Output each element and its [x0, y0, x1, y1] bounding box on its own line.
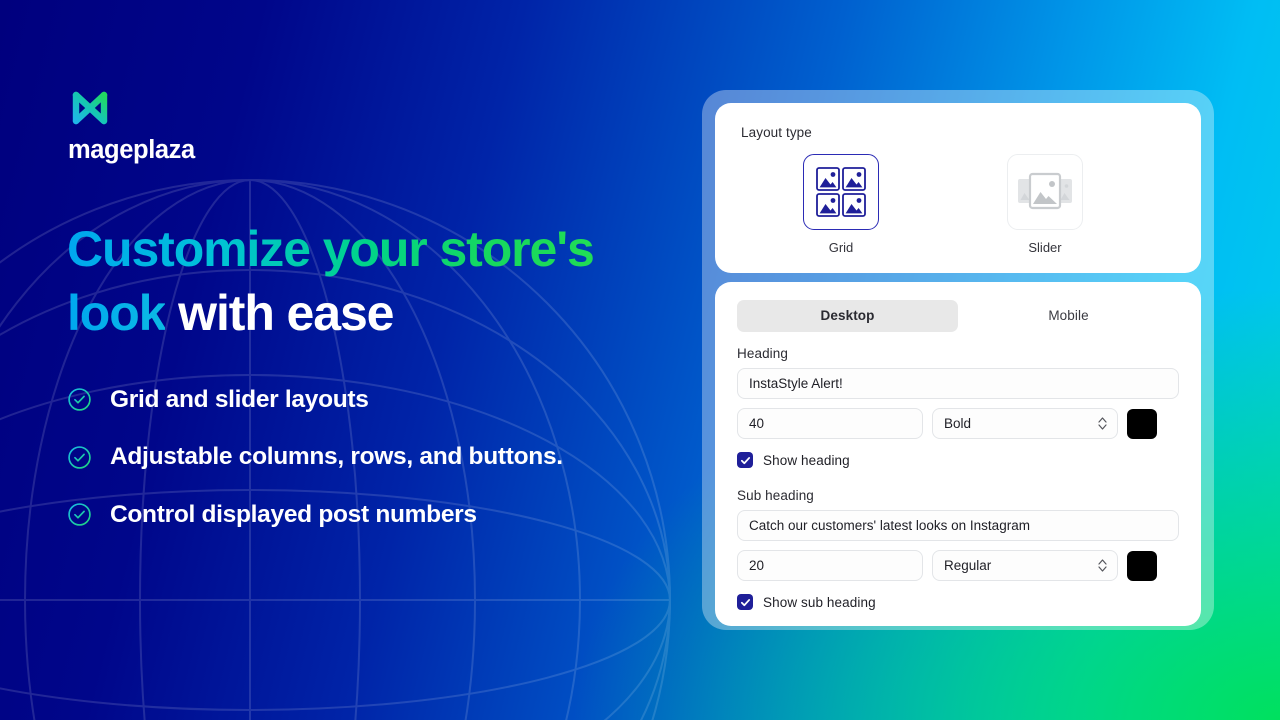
sub-heading-style-row: Regular: [737, 550, 1179, 581]
layout-option-group: Grid Slider: [741, 154, 1175, 255]
show-heading-row[interactable]: Show heading: [737, 452, 1179, 468]
sub-heading-group: Sub heading Regular: [737, 488, 1179, 610]
heading-group: Heading Bold: [737, 346, 1179, 468]
list-item-label: Control displayed post numbers: [110, 500, 477, 528]
heading-input[interactable]: [737, 368, 1179, 399]
list-item: Control displayed post numbers: [67, 500, 667, 529]
settings-panel: Layout type Grid Slider Desktop Mobile H…: [702, 90, 1214, 630]
headline-line-2-accent: look: [67, 285, 166, 341]
check-circle-icon: [68, 388, 91, 411]
brand-logo: mageplaza: [67, 86, 217, 165]
chevron-updown-icon: [1098, 417, 1107, 430]
feature-list: Grid and slider layouts Adjustable colum…: [67, 385, 667, 529]
check-circle-icon: [68, 503, 91, 526]
mageplaza-monogram-icon: [72, 91, 126, 125]
layout-type-label: Layout type: [741, 125, 812, 140]
show-sub-heading-checkbox[interactable]: [737, 594, 753, 610]
tab-desktop[interactable]: Desktop: [737, 300, 958, 332]
device-tab-bar: Desktop Mobile: [737, 300, 1179, 332]
slider-images-icon: [1018, 172, 1072, 210]
sub-heading-weight-select[interactable]: Regular: [932, 550, 1118, 581]
heading-label: Heading: [737, 346, 788, 361]
heading-weight-value: Bold: [944, 416, 972, 431]
layout-option-grid[interactable]: Grid: [803, 154, 879, 255]
tab-mobile[interactable]: Mobile: [958, 300, 1179, 332]
sub-heading-label: Sub heading: [737, 488, 814, 503]
layout-option-grid-tile[interactable]: [803, 154, 879, 230]
heading-weight-select[interactable]: Bold: [932, 408, 1118, 439]
text-settings-card: Desktop Mobile Heading Bold: [715, 282, 1201, 626]
check-circle-icon: [68, 445, 91, 469]
check-icon: [740, 456, 750, 464]
heading-size-input[interactable]: [737, 408, 923, 439]
layout-option-slider[interactable]: Slider: [1007, 154, 1083, 255]
headline-line-2-rest: with ease: [165, 285, 394, 341]
list-item: Grid and slider layouts: [67, 385, 667, 414]
show-sub-heading-row[interactable]: Show sub heading: [737, 594, 1179, 610]
heading-color-swatch[interactable]: [1127, 408, 1157, 439]
layout-type-card: Layout type Grid Slider: [715, 103, 1201, 273]
sub-heading-size-input[interactable]: [737, 550, 923, 581]
hero-column: mageplaza Customize your store's look wi…: [67, 86, 667, 529]
grid-images-icon: [816, 167, 866, 217]
layout-option-slider-label: Slider: [1028, 240, 1062, 255]
list-item-label: Grid and slider layouts: [110, 386, 369, 413]
layout-option-slider-tile[interactable]: [1007, 154, 1083, 230]
sub-heading-weight-value: Regular: [944, 558, 992, 573]
show-sub-heading-label: Show sub heading: [763, 594, 876, 610]
heading-style-row: Bold: [737, 408, 1179, 439]
chevron-updown-icon: [1098, 559, 1107, 572]
sub-heading-input[interactable]: [737, 510, 1179, 541]
sub-heading-color-swatch[interactable]: [1127, 550, 1157, 581]
list-item: Adjustable columns, rows, and buttons.: [67, 442, 667, 471]
show-heading-checkbox[interactable]: [737, 452, 753, 468]
layout-option-grid-label: Grid: [828, 240, 854, 255]
list-item-label: Adjustable columns, rows, and buttons.: [110, 443, 563, 471]
headline-line-1: Customize your store's: [67, 221, 595, 277]
show-heading-label: Show heading: [763, 452, 850, 468]
page-title: Customize your store's look with ease: [67, 217, 667, 345]
check-icon: [740, 598, 750, 606]
brand-name: mageplaza: [68, 136, 195, 164]
